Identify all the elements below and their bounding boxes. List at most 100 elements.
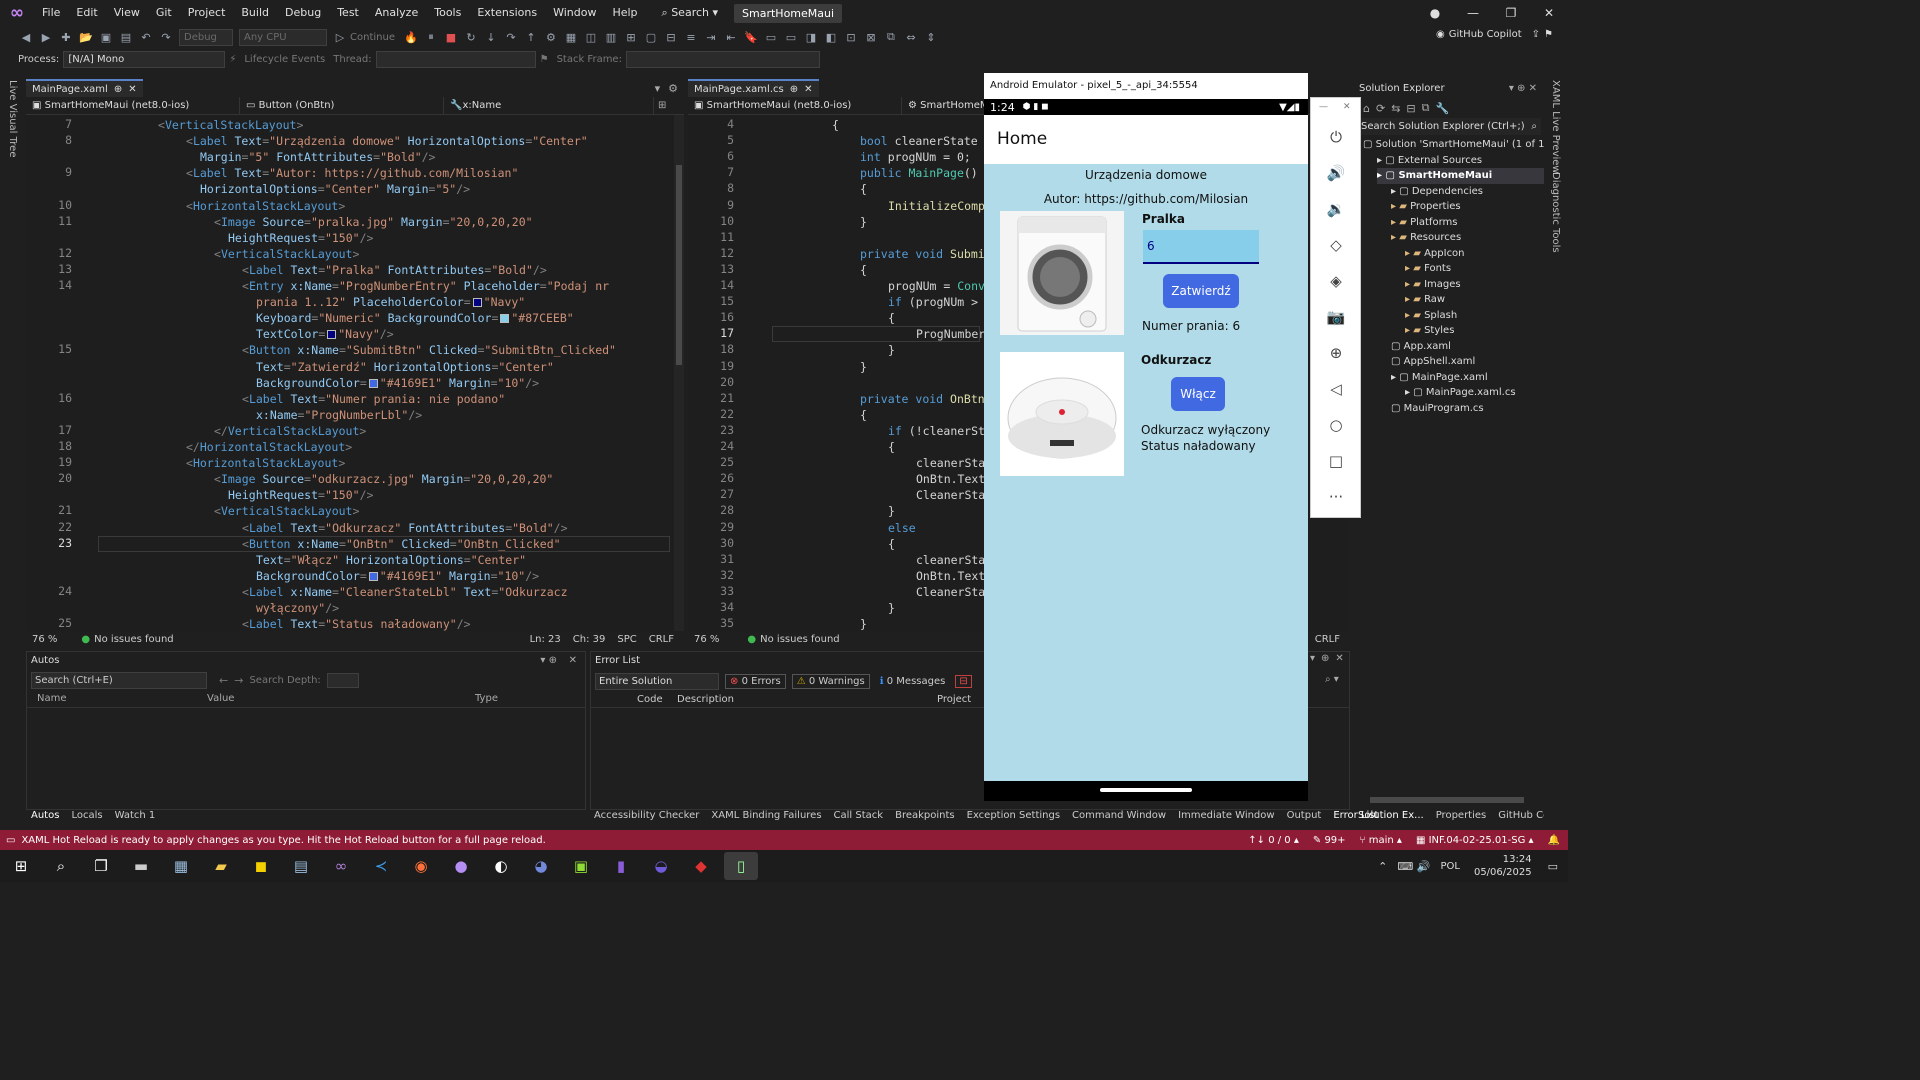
code-line[interactable]: </VerticalStackLayout>	[214, 423, 366, 439]
home-nav-icon[interactable]: ○	[1325, 414, 1347, 436]
toolbar-tool-icon[interactable]: ◫	[582, 29, 600, 45]
chevron-down-icon[interactable]: ▾	[1310, 653, 1315, 664]
code-line[interactable]: <Label Text="Status naładowany"/>	[242, 616, 471, 632]
zoom-dropdown[interactable]: 76 %	[32, 634, 57, 645]
code-line[interactable]: int progNUm = 0;	[860, 149, 971, 165]
code-line[interactable]: HeightRequest="150"/>	[228, 487, 373, 503]
repo-indicator[interactable]: ▦ INF.04-02-25.01-SG ▴	[1416, 835, 1534, 846]
solution-tree-item[interactable]: ▸ ▢ External Sources	[1377, 153, 1482, 169]
code-line[interactable]: x:Name="ProgNumberLbl"/>	[256, 407, 422, 423]
solution-tree-item[interactable]: ▸ ▢ Dependencies	[1391, 184, 1483, 200]
cs-code-area[interactable]: 4 {5 bool cleanerState = f 6 int progNUm = 0…	[688, 115, 984, 633]
tab-watch-1[interactable]: Watch 1	[115, 810, 156, 821]
solution-tree-item[interactable]: ▸ ▢ SmartHomeMaui	[1377, 168, 1557, 184]
tab-xaml-binding-failures[interactable]: XAML Binding Failures	[711, 810, 821, 821]
code-line[interactable]: public MainPage()	[860, 165, 978, 181]
code-line[interactable]: InitializeCompone	[888, 198, 984, 214]
search-depth-dropdown[interactable]	[326, 672, 359, 688]
code-line[interactable]: cleanerState	[916, 455, 984, 471]
code-line[interactable]: }	[888, 342, 895, 358]
code-line[interactable]: ProgNumberLbl	[916, 326, 984, 342]
program-number-entry[interactable]: 6	[1143, 230, 1259, 264]
col-code[interactable]: Code	[637, 692, 677, 707]
menu-build[interactable]: Build	[233, 0, 277, 26]
col-value[interactable]: Value	[207, 690, 475, 707]
terminal-app-icon[interactable]: ▬	[124, 852, 158, 880]
submit-button[interactable]: Zatwierdź	[1163, 274, 1239, 308]
restore-icon[interactable]: ❐	[1492, 0, 1530, 26]
pin-icon[interactable]: ⊕	[1321, 653, 1329, 664]
split-editor-icon[interactable]: ⊞	[654, 100, 666, 111]
menu-edit[interactable]: Edit	[68, 0, 105, 26]
code-line[interactable]: CleanerStateL	[916, 584, 984, 600]
app-icon[interactable]: ◆	[684, 852, 718, 880]
tab-mainpage-xaml-cs[interactable]: MainPage.xaml.cs ⊕ ✕	[688, 79, 819, 97]
toolbar-tool-icon[interactable]: ⧉	[882, 29, 900, 45]
thread-dropdown[interactable]	[375, 50, 536, 68]
menu-extensions[interactable]: Extensions	[469, 0, 545, 26]
vscode-app-icon[interactable]: ≺	[364, 852, 398, 880]
step-over-icon[interactable]: ↷	[502, 29, 520, 45]
solution-tree-item[interactable]: ▸ ▰ AppIcon	[1405, 246, 1465, 262]
tab-solution-explorer[interactable]: Solution Ex...	[1358, 810, 1424, 821]
firefox-app-icon[interactable]: ◉	[404, 852, 438, 880]
search-icon[interactable]: ⌕ ▾	[1325, 674, 1339, 685]
menu-help[interactable]: Help	[604, 0, 645, 26]
code-line[interactable]: <Label Text="Urządzenia domowe" Horizont…	[186, 133, 588, 149]
toolbar-tool-icon[interactable]: ⊠	[862, 29, 880, 45]
close-window-icon[interactable]: ✕	[1530, 0, 1568, 26]
collapse-icon[interactable]: ⊟	[1406, 102, 1415, 115]
config-dropdown[interactable]: Debug	[179, 28, 233, 46]
close-icon[interactable]: ✕	[1343, 102, 1351, 112]
code-line[interactable]: <Label Text="Odkurzacz" FontAttributes="…	[242, 520, 568, 536]
close-tab-icon[interactable]: ✕	[128, 81, 136, 97]
xaml-code-area[interactable]: 7 <VerticalStackLayout> 8 <Label Text="Urzą…	[26, 115, 674, 633]
input-language[interactable]: POL	[1440, 861, 1459, 872]
line-ending-indicator[interactable]: CRLF	[1315, 634, 1340, 645]
flag-icon[interactable]: ⚑	[540, 54, 549, 65]
code-line[interactable]: {	[888, 310, 895, 326]
menu-project[interactable]: Project	[180, 0, 234, 26]
app-icon[interactable]: ◐	[484, 852, 518, 880]
gesture-home-bar[interactable]	[1100, 788, 1192, 792]
code-line[interactable]: <Label Text="Autor: https://github.com/M…	[186, 165, 518, 181]
code-line[interactable]: {	[888, 536, 895, 552]
toolbar-tool-icon[interactable]: ▦	[562, 29, 580, 45]
minimize-icon[interactable]: —	[1319, 102, 1328, 112]
code-line[interactable]: <Image Source="pralka.jpg" Margin="20,0,…	[214, 214, 533, 230]
close-panel-icon[interactable]: ✕	[1335, 653, 1343, 664]
code-line[interactable]: OnBtn.Text =	[916, 471, 984, 487]
open-icon[interactable]: 📂	[77, 29, 95, 45]
mongodb-app-icon[interactable]: ◒	[644, 852, 678, 880]
zoom-dropdown[interactable]: 76 %	[694, 634, 719, 645]
branch-indicator[interactable]: ⑂ main ▴	[1360, 835, 1402, 846]
more-icon[interactable]: ···	[1325, 486, 1347, 508]
sync-icon[interactable]: ⟳	[1376, 102, 1385, 115]
toolbar-tool-icon[interactable]: ⇤	[722, 29, 740, 45]
discord-app-icon[interactable]: ◕	[524, 852, 558, 880]
code-line[interactable]: {	[860, 262, 867, 278]
code-line[interactable]: OnBtn.Text =	[916, 568, 984, 584]
toolbar-tool-icon[interactable]: ▭	[762, 29, 780, 45]
solution-tree-item[interactable]: ▸ ▰ Resources	[1391, 230, 1461, 246]
tab-locals[interactable]: Locals	[71, 810, 102, 821]
wrench-icon[interactable]: 🔧	[1436, 102, 1450, 115]
code-line[interactable]: }	[888, 600, 895, 616]
bookmark-icon[interactable]: 🔖	[742, 29, 760, 45]
code-line[interactable]: <HorizontalStackLayout>	[186, 455, 345, 471]
new-item-icon[interactable]: ✚	[57, 29, 75, 45]
live-app-icon[interactable]: ▣	[564, 852, 598, 880]
break-all-icon[interactable]: ⏸	[422, 29, 440, 45]
solution-tree-item[interactable]: ▸ ▰ Styles	[1405, 323, 1454, 339]
code-line[interactable]: <Entry x:Name="ProgNumberEntry" Placehol…	[242, 278, 609, 294]
scope-dropdown[interactable]: Entire Solution	[595, 672, 719, 690]
toolbar-tool-icon[interactable]: ⊞	[622, 29, 640, 45]
task-view-icon[interactable]: ❐	[84, 852, 118, 880]
toolbar-tool-icon[interactable]: ⚙	[542, 29, 560, 45]
toolbar-tool-icon[interactable]: ⇕	[922, 29, 940, 45]
commits-indicator[interactable]: ✎ 99+	[1313, 835, 1346, 846]
continue-button[interactable]: Continue	[350, 32, 395, 43]
settings-icon[interactable]: ⚙	[668, 82, 678, 95]
emulator-app-icon[interactable]: ▯	[724, 852, 758, 880]
camera-icon[interactable]: 📷	[1325, 306, 1347, 328]
